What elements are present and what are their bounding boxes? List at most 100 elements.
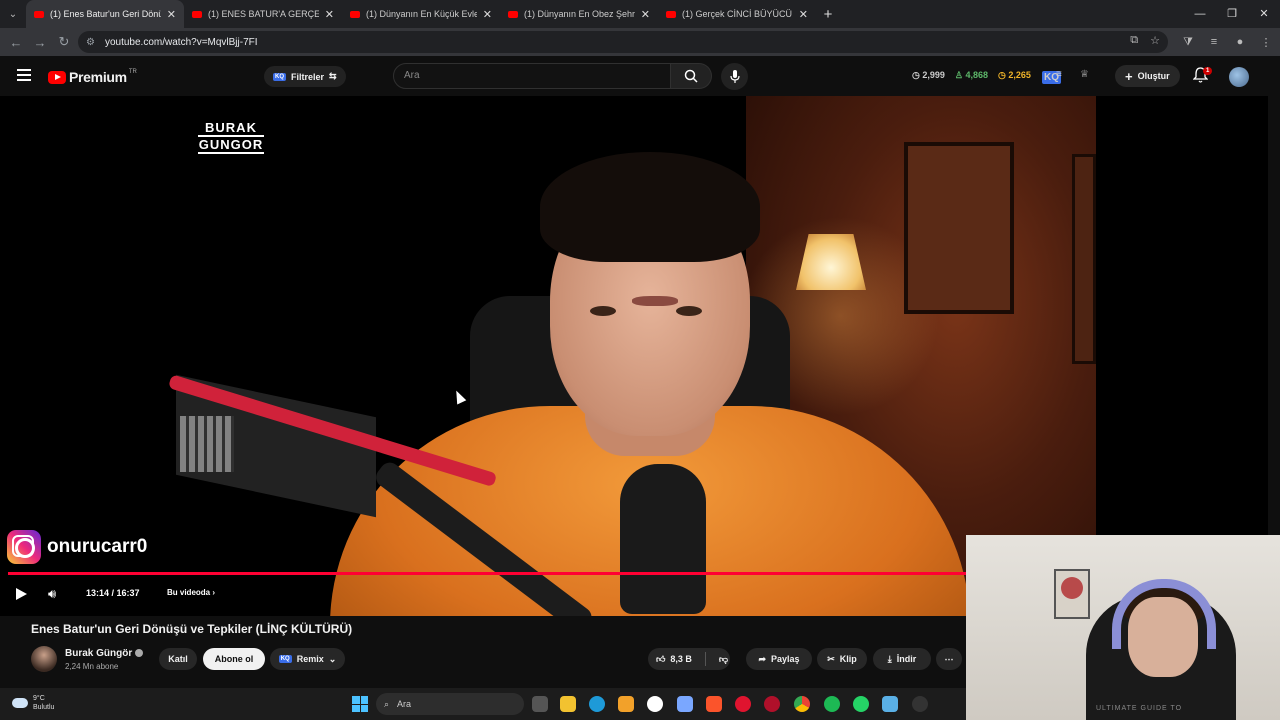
browser-tab-2[interactable]: (1) ENES BATUR'A GERÇEKTEN I✕ (184, 0, 342, 28)
join-button[interactable]: Katıl (159, 648, 197, 670)
browser-menu-icon[interactable]: ⋮ (1258, 36, 1274, 49)
close-tab-icon[interactable]: ✕ (641, 8, 650, 21)
close-tab-icon[interactable]: ✕ (167, 8, 176, 21)
download-icon: ⤓ (887, 653, 892, 664)
extension-badge-icon: KQ (273, 72, 286, 81)
youtube-logo[interactable]: Premium TR (48, 69, 137, 85)
opera-icon[interactable] (764, 696, 780, 712)
extensions-icon[interactable]: ⧩ (1180, 36, 1196, 49)
browser-tab-1[interactable]: (1) Enes Batur'un Geri Dönüşü v✕ (26, 0, 184, 28)
subscriber-count: 2,24 Mn abone (65, 662, 119, 671)
media-controls-icon[interactable]: ≡ (1206, 36, 1222, 48)
create-button[interactable]: + Oluştur (1115, 65, 1180, 87)
chapter-button[interactable]: Bu videoda › (167, 588, 215, 597)
volume-icon[interactable]: 🔊︎ (48, 586, 56, 602)
kq-extension-icon: KQ (278, 655, 292, 663)
opera-gx-icon[interactable] (735, 696, 751, 712)
download-button[interactable]: ⤓ İndir (873, 648, 931, 670)
store-icon[interactable] (618, 696, 634, 712)
mouse-cursor-icon (451, 388, 467, 405)
list-icon[interactable]: ≡ (1056, 69, 1062, 80)
instagram-icon (7, 530, 41, 564)
browser-tab-4[interactable]: (1) Dünyanın En Obez Şehrinde✕ (500, 0, 658, 28)
sliders-icon: ⇆ (329, 71, 337, 81)
minimize-icon[interactable]: — (1184, 0, 1216, 28)
youtube-favicon-icon (666, 10, 676, 18)
chrome-icon[interactable] (794, 696, 810, 712)
notepad-icon[interactable] (882, 696, 898, 712)
search-input[interactable]: Ara (393, 63, 671, 89)
scissors-icon: ✂ (827, 653, 835, 664)
video-title: Enes Batur'un Geri Dönüşü ve Tepkiler (L… (31, 622, 353, 636)
menu-icon[interactable] (17, 69, 31, 84)
more-actions-button[interactable]: ⋯ (936, 648, 962, 670)
divider (704, 652, 706, 666)
video-person-eye (676, 306, 702, 316)
browser-tab-5[interactable]: (1) Gerçek CİNCİ BÜYÜCÜ ÜLFE✕ (658, 0, 816, 28)
voice-search-button[interactable] (721, 63, 748, 90)
window-controls: — ❐ ✕ (1184, 0, 1280, 28)
video-person-hair (540, 152, 760, 262)
taskbar: 9°C Bulutlu ⌕ Ara (0, 688, 966, 720)
progress-fill (8, 572, 997, 575)
clip-button[interactable]: ✂ Klip (817, 648, 867, 670)
spotify-icon[interactable] (824, 696, 840, 712)
like-count[interactable]: 8,3 B (670, 654, 692, 664)
views-stat: ◷ 2,999 (912, 70, 945, 80)
extension-stats: ◷ 2,999 ♙ 4,868 ◷ 2,265 (912, 70, 1031, 81)
address-bar-row: ← → ↻ ⚙ youtube.com/watch?v=MqvlBjj-7FI … (0, 28, 1280, 56)
taskbar-search[interactable]: ⌕ Ara (376, 693, 524, 715)
filters-button[interactable]: KQ Filtreler ⇆ (264, 66, 346, 87)
file-explorer-icon[interactable] (560, 696, 576, 712)
site-info-icon[interactable]: ⚙ (86, 37, 95, 48)
reload-icon[interactable]: ↻ (52, 34, 76, 50)
task-view-icon[interactable] (532, 696, 548, 712)
copilot-icon[interactable] (677, 696, 693, 712)
edge-icon[interactable] (589, 696, 605, 712)
start-button[interactable] (352, 696, 368, 712)
youtube-favicon-icon (34, 10, 44, 18)
forward-icon[interactable]: → (28, 35, 52, 50)
channel-watermark: BURAK GUNGOR (198, 120, 264, 154)
restore-icon[interactable]: ❐ (1216, 0, 1248, 28)
channel-avatar[interactable] (31, 646, 57, 672)
webcam-overlay: ULTIMATE GUIDE TO (966, 535, 1280, 720)
youtube-favicon-icon (192, 10, 202, 18)
weather-widget[interactable]: 9°C Bulutlu (12, 694, 54, 712)
video-person-mouth (632, 296, 678, 306)
search-icon (684, 69, 698, 83)
yandex-icon[interactable] (647, 696, 663, 712)
trophy-icon[interactable]: ♕ (1080, 69, 1089, 80)
whatsapp-icon[interactable] (853, 696, 869, 712)
thumbs-up-icon[interactable]: 👍︎ (656, 654, 665, 665)
install-app-icon[interactable]: ⧉ (1130, 34, 1138, 47)
obs-icon[interactable] (912, 696, 928, 712)
back-icon[interactable]: ← (4, 35, 28, 50)
close-tab-icon[interactable]: ✕ (325, 8, 334, 21)
play-icon[interactable] (16, 588, 27, 600)
browser-tab-3[interactable]: (1) Dünyanın En Küçük Evleri: 1✕ (342, 0, 500, 28)
thumbs-down-icon[interactable]: 👎︎ (719, 654, 728, 665)
profile-icon[interactable]: ● (1232, 36, 1248, 48)
share-button[interactable]: ➦ Paylaş (746, 648, 812, 670)
video-wall-frame (1072, 154, 1096, 364)
browser-tab-strip: ⌄ (1) Enes Batur'un Geri Dönüşü v✕ (1) E… (0, 0, 1280, 28)
verified-icon (135, 649, 144, 658)
remix-button[interactable]: KQ Remix ⌄ (270, 648, 345, 670)
plus-icon: + (1125, 68, 1133, 84)
subscribe-button[interactable]: Abone ol (203, 648, 265, 670)
search-button[interactable] (671, 63, 712, 89)
brave-icon[interactable] (706, 696, 722, 712)
account-avatar[interactable] (1229, 67, 1249, 87)
webcam-shirt-text: ULTIMATE GUIDE TO (1096, 705, 1183, 712)
bookmark-star-icon[interactable]: ☆ (1150, 34, 1160, 47)
new-tab-button[interactable]: + (816, 6, 840, 23)
channel-name[interactable]: Burak Güngör (65, 648, 144, 659)
instagram-overlay: onurucarr0 (7, 530, 147, 564)
tab-search-icon[interactable]: ⌄ (0, 0, 26, 28)
close-tab-icon[interactable]: ✕ (483, 8, 492, 21)
video-person-eye (590, 306, 616, 316)
url-field[interactable]: ⚙ youtube.com/watch?v=MqvlBjj-7FI ⧉ ☆ (78, 31, 1168, 53)
close-tab-icon[interactable]: ✕ (799, 8, 808, 21)
close-window-icon[interactable]: ✕ (1248, 0, 1280, 28)
